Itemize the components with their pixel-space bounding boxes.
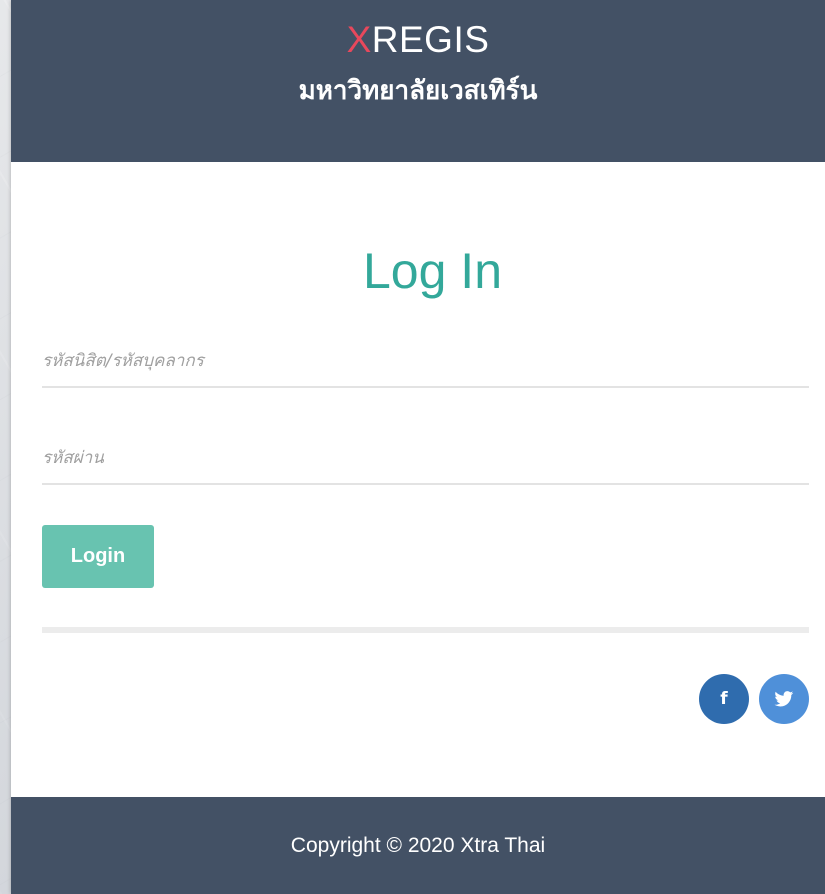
footer: Copyright © 2020 Xtra Thai [11, 797, 825, 894]
header: XREGIS มหาวิทยาลัยเวสเทิร์น [11, 0, 825, 162]
login-card: XREGIS มหาวิทยาลัยเวสเทิร์น Log In Login… [11, 0, 825, 894]
social-links: f [42, 674, 809, 726]
copyright-text: Copyright © 2020 Xtra Thai [290, 834, 546, 857]
facebook-glyph: f [720, 689, 728, 709]
brand-name: REGIS [371, 19, 490, 60]
page-title: Log In [362, 243, 502, 299]
brand-logo: XREGIS [11, 0, 825, 64]
twitter-bird-icon [774, 691, 794, 707]
divider [42, 627, 809, 633]
brand-prefix: X [346, 19, 372, 60]
username-input[interactable] [42, 338, 809, 384]
login-form: Log In Login f [11, 241, 825, 726]
password-input[interactable] [42, 435, 809, 481]
login-button[interactable]: Login [42, 525, 154, 588]
university-name: มหาวิทยาลัยเวสเทิร์น [298, 75, 538, 105]
username-field-wrapper [42, 338, 809, 388]
twitter-icon[interactable] [759, 674, 809, 724]
facebook-icon[interactable]: f [699, 674, 749, 724]
password-field-wrapper [42, 435, 809, 485]
